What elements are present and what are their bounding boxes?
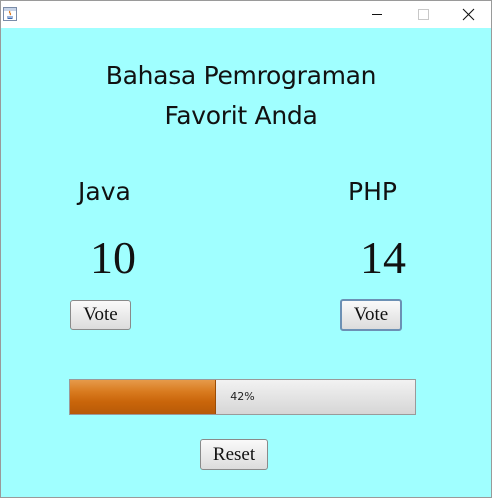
java-label: Java: [78, 177, 131, 206]
java-vote-button[interactable]: Vote: [70, 300, 131, 330]
reset-button[interactable]: Reset: [200, 439, 268, 470]
php-label: PHP: [348, 177, 397, 206]
java-vote-count: 10: [90, 232, 136, 283]
title-bar: [1, 1, 491, 28]
app-window: Bahasa Pemrograman Favorit Anda Java PHP…: [0, 0, 492, 498]
progress-label: 42%: [230, 390, 255, 403]
page-title-line-2: Favorit Anda: [164, 101, 318, 130]
maximize-icon[interactable]: [400, 1, 446, 28]
php-vote-button[interactable]: Vote: [340, 299, 402, 331]
minimize-icon[interactable]: [354, 1, 400, 28]
close-icon[interactable]: [446, 1, 492, 28]
php-vote-count: 14: [360, 232, 406, 283]
page-title-line-1: Bahasa Pemrograman: [105, 61, 377, 90]
java-app-icon[interactable]: [3, 6, 17, 21]
vote-progress-bar: 42%: [69, 379, 416, 415]
